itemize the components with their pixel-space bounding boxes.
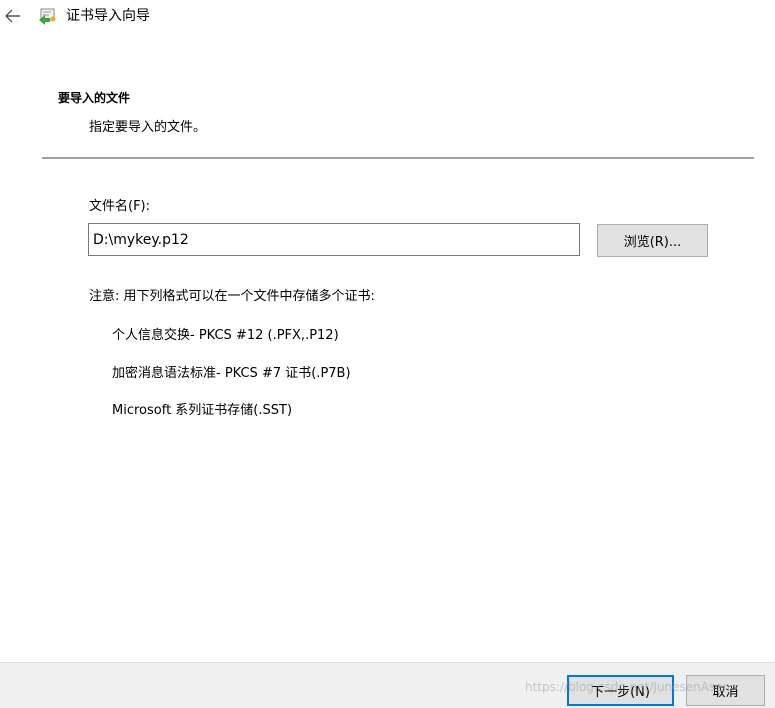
format-item-pfx: 个人信息交换- PKCS #12 (.PFX,.P12) <box>112 328 339 343</box>
next-button[interactable]: 下一步(N) <box>567 675 674 706</box>
window-title: 证书导入向导 <box>66 8 150 24</box>
back-button[interactable] <box>2 5 24 27</box>
header-divider <box>42 157 754 159</box>
certificate-icon <box>39 8 56 25</box>
title-bar: 证书导入向导 <box>0 0 775 32</box>
format-item-sst: Microsoft 系列证书存储(.SST) <box>112 403 293 418</box>
section-title: 要导入的文件 <box>58 91 131 105</box>
file-name-label: 文件名(F): <box>89 199 151 214</box>
format-item-p7b: 加密消息语法标准- PKCS #7 证书(.P7B) <box>112 366 351 381</box>
footer-bar: 下一步(N) 取消 <box>0 662 775 708</box>
note-text: 注意: 用下列格式可以在一个文件中存储多个证书: <box>89 289 375 304</box>
section-subtitle: 指定要导入的文件。 <box>89 120 207 135</box>
cancel-button[interactable]: 取消 <box>686 675 765 706</box>
browse-button[interactable]: 浏览(R)... <box>597 224 708 257</box>
file-name-input[interactable] <box>88 223 580 256</box>
back-arrow-icon <box>5 9 20 23</box>
